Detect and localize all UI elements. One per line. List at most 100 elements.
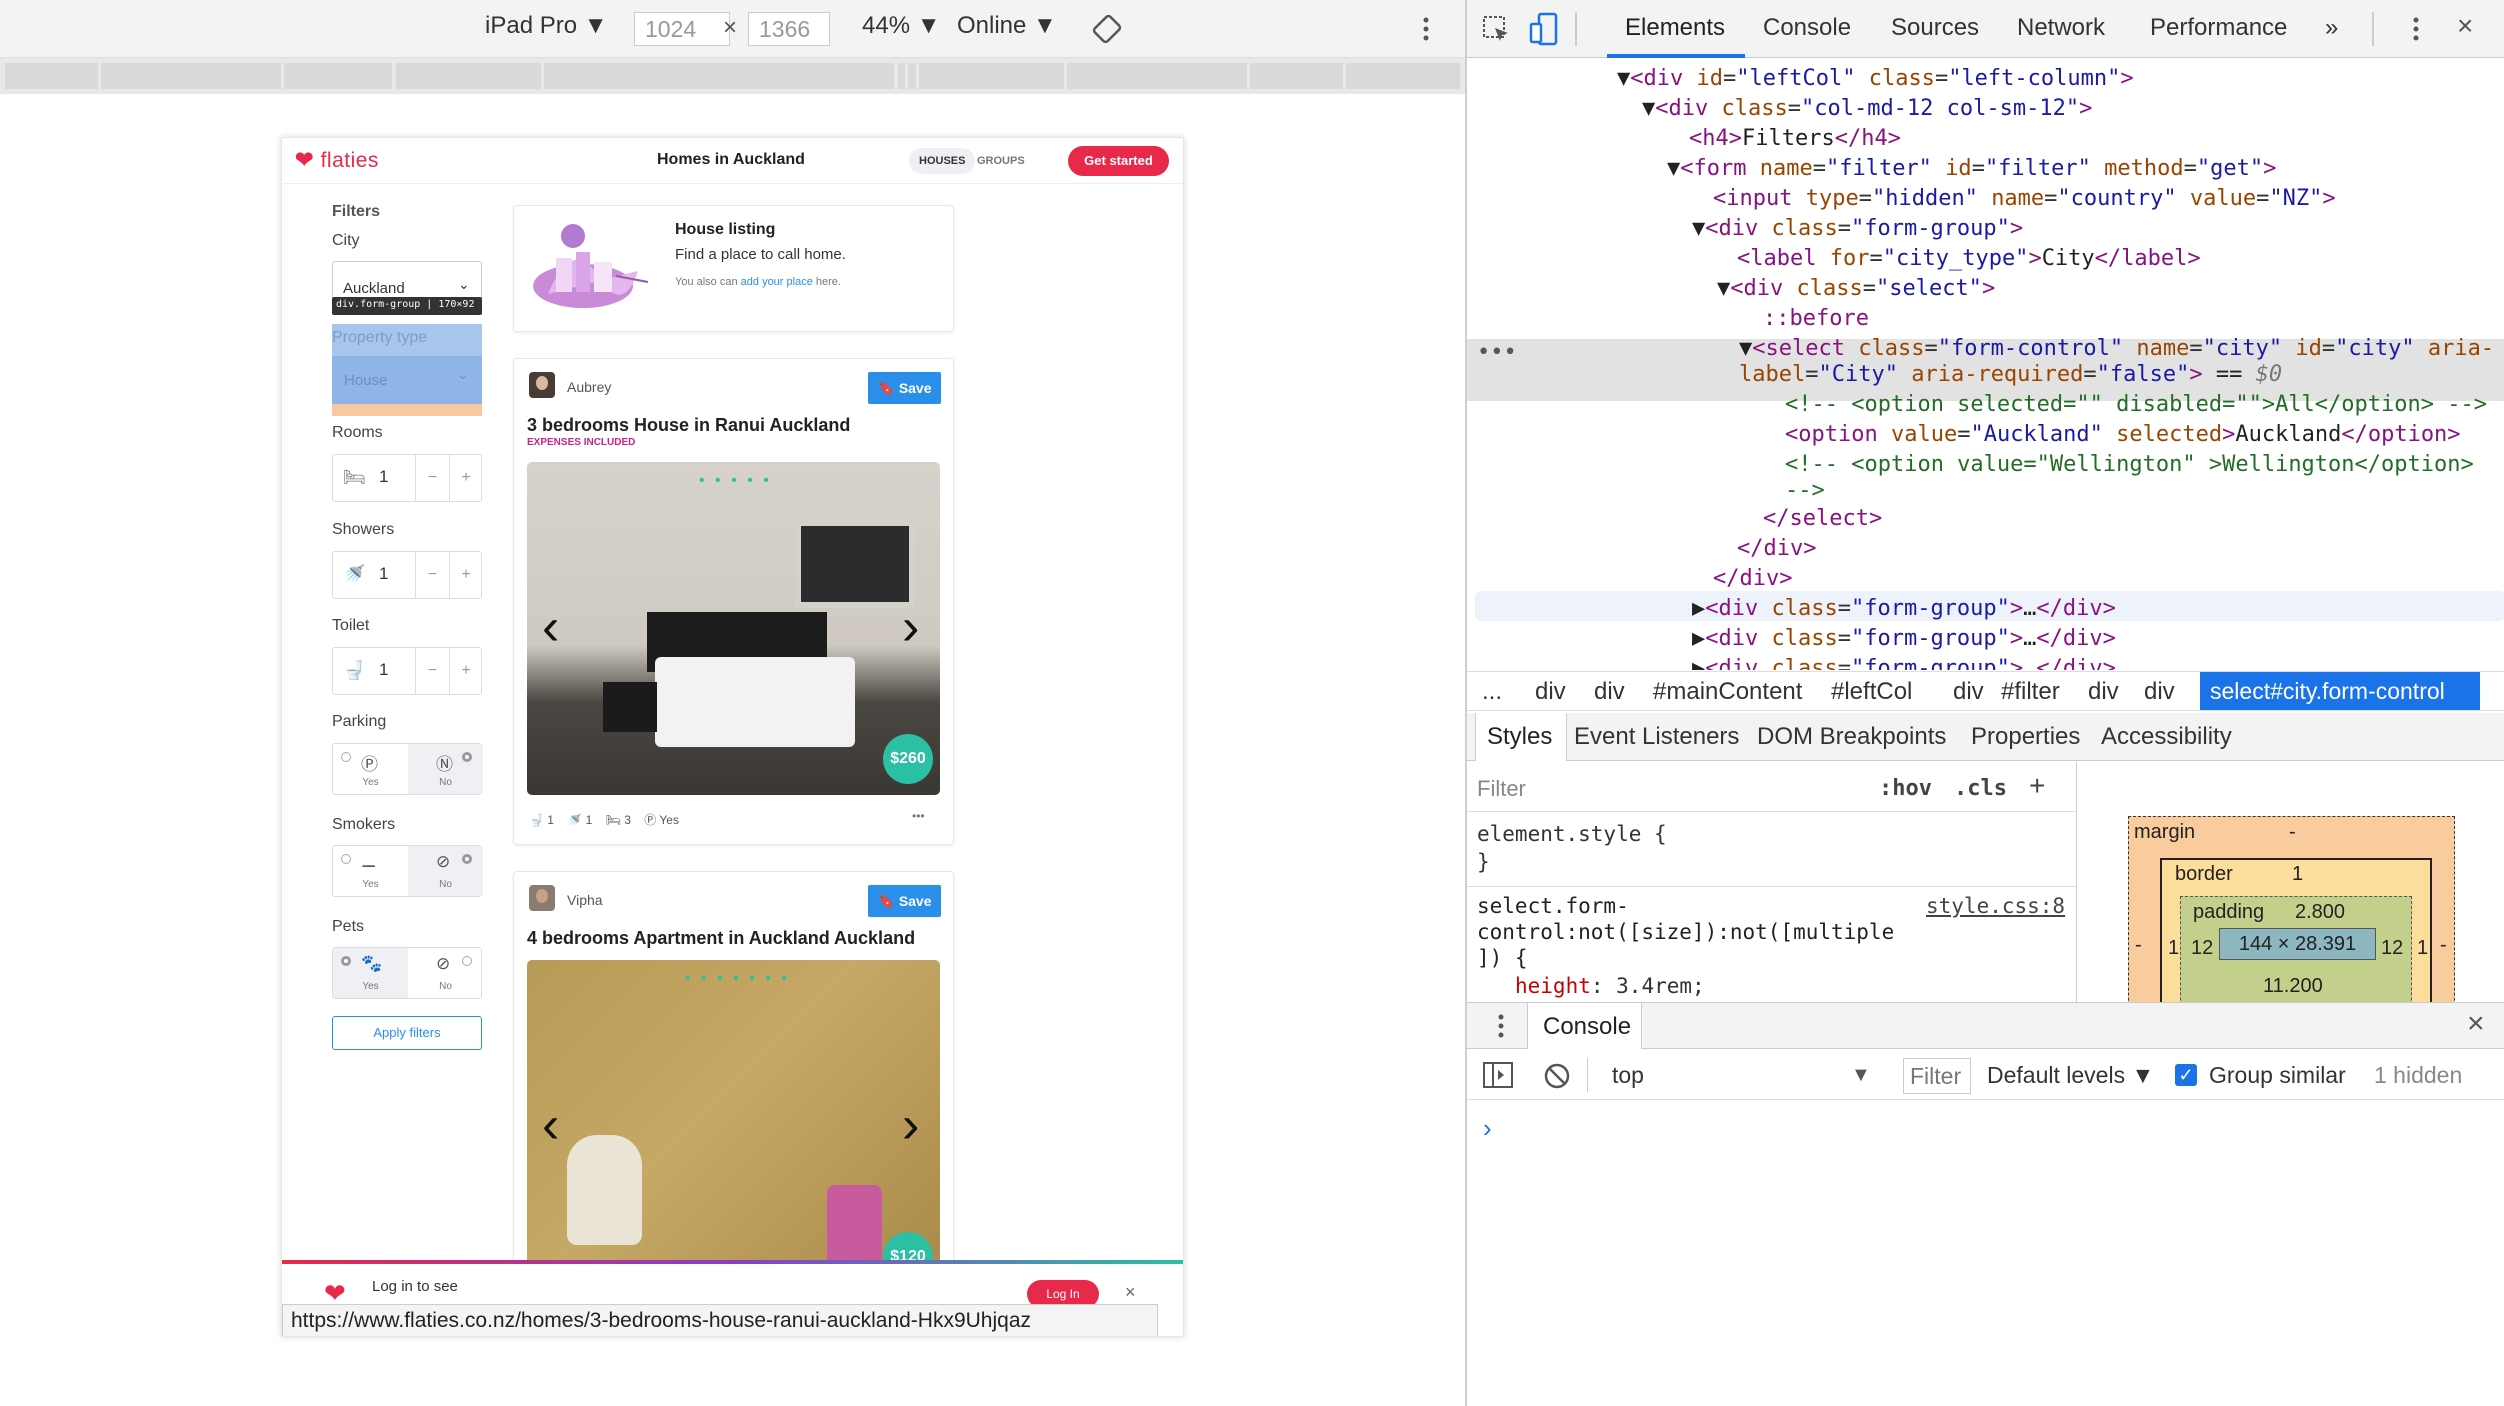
height-input[interactable]: 1366 xyxy=(748,12,830,46)
log-levels-select[interactable]: Default levels ▼ xyxy=(1987,1062,2154,1089)
houses-tab[interactable]: HOUSES xyxy=(909,148,976,174)
hov-toggle[interactable]: :hov xyxy=(1879,776,1932,801)
new-rule-icon[interactable]: + xyxy=(2029,770,2045,802)
house-card[interactable]: Aubrey 🔖 Save 3 bedrooms House in Ranui … xyxy=(513,358,954,845)
toilet-decrement[interactable]: − xyxy=(415,648,449,694)
dom-node[interactable]: <input type="hidden" name="country" valu… xyxy=(1713,186,2336,211)
dom-comment-end[interactable]: --> xyxy=(1785,478,1825,503)
dom-node[interactable]: </div> xyxy=(1737,536,1816,561)
breadcrumb-item[interactable]: #mainContent xyxy=(1653,678,1802,706)
parking-no-radio[interactable]: Ⓝ No xyxy=(408,744,483,794)
carousel-next-arrow[interactable]: › xyxy=(902,597,919,657)
rule-selector[interactable]: select.form- xyxy=(1477,894,1629,918)
width-input[interactable]: 1024 xyxy=(634,12,730,46)
breadcrumb-item[interactable]: div xyxy=(1594,678,1625,706)
property-type-select[interactable]: House ⌄ xyxy=(332,356,482,404)
dom-node[interactable]: <label for="city_type">City</label> xyxy=(1737,246,2201,271)
tab-styles[interactable]: Styles xyxy=(1487,723,1552,751)
breadcrumb-item[interactable]: #leftCol xyxy=(1831,678,1912,706)
close-devtools-icon[interactable]: × xyxy=(2457,10,2473,42)
tab-performance[interactable]: Performance xyxy=(2150,14,2287,42)
breadcrumb-item[interactable]: div xyxy=(1535,678,1566,706)
styles-filter-input[interactable]: Filter xyxy=(1477,776,1526,802)
dom-node[interactable]: ▼<div class="select"> xyxy=(1717,276,1995,301)
sidebar-toggle-icon[interactable] xyxy=(1483,1062,1513,1088)
network-select[interactable]: Online ▼ xyxy=(957,12,1057,40)
smokers-yes-radio[interactable]: ⚊ Yes xyxy=(333,846,408,896)
tab-elements[interactable]: Elements xyxy=(1625,14,1725,42)
get-started-button[interactable]: Get started xyxy=(1068,146,1169,176)
save-button[interactable]: 🔖 Save xyxy=(868,372,941,404)
dom-node-selected-cont[interactable]: label="City" aria-required="false"> == $… xyxy=(1739,362,2282,387)
rule-selector[interactable]: control:not([size]):not([multiple xyxy=(1477,920,1894,944)
groups-tab[interactable]: GROUPS xyxy=(967,148,1035,174)
carousel-prev-arrow[interactable]: ‹ xyxy=(542,597,559,657)
card-title[interactable]: 3 bedrooms House in Ranui Auckland xyxy=(527,415,850,436)
house-photo[interactable]: • • • • • • • ‹ › $120 xyxy=(527,960,940,1280)
tab-event-listeners[interactable]: Event Listeners xyxy=(1574,723,1739,751)
house-photo[interactable]: • • • • • ‹ › $260 xyxy=(527,462,940,795)
rooms-decrement[interactable]: − xyxy=(415,455,449,501)
breadcrumb-item-active[interactable]: select#city.form-control xyxy=(2200,672,2480,710)
carousel-next-arrow[interactable]: › xyxy=(902,1095,919,1155)
card-title[interactable]: 4 bedrooms Apartment in Auckland Aucklan… xyxy=(527,928,915,949)
tab-dom-breakpoints[interactable]: DOM Breakpoints xyxy=(1757,723,1946,751)
rooms-increment[interactable]: + xyxy=(449,455,482,501)
flaties-logo[interactable]: ❤ flaties xyxy=(295,147,379,173)
tab-accessibility[interactable]: Accessibility xyxy=(2101,723,2232,751)
breadcrumb-item[interactable]: ... xyxy=(1482,678,1502,706)
dom-node[interactable]: ▶<div class="form-group">…</div> xyxy=(1692,596,2116,621)
devtools-menu-icon[interactable] xyxy=(2412,14,2420,49)
context-select[interactable]: top xyxy=(1612,1062,1644,1089)
toilet-stepper[interactable]: 🚽 1 − + xyxy=(332,647,482,695)
device-mode-icon[interactable] xyxy=(1529,12,1559,46)
console-filter-input[interactable]: Filter xyxy=(1903,1058,1971,1094)
apply-filters-button[interactable]: Apply filters xyxy=(332,1016,482,1050)
showers-stepper[interactable]: 🚿 1 − + xyxy=(332,551,482,599)
cls-toggle[interactable]: .cls xyxy=(1954,776,2007,801)
tab-network[interactable]: Network xyxy=(2017,14,2105,42)
element-style-rule[interactable]: element.style { xyxy=(1477,822,1667,846)
dom-comment[interactable]: <!-- <option selected="" disabled="">All… xyxy=(1785,392,2487,417)
media-query-bar[interactable] xyxy=(0,58,1465,94)
node-actions-icon[interactable]: ••• xyxy=(1477,340,1517,365)
console-prompt[interactable]: › xyxy=(1483,1113,1492,1144)
dom-node[interactable]: ▼<form name="filter" id="filter" method=… xyxy=(1667,156,2276,181)
breadcrumb-item[interactable]: div xyxy=(2088,678,2119,706)
carousel-dots[interactable]: • • • • • xyxy=(699,472,772,490)
close-drawer-icon[interactable]: × xyxy=(2467,1007,2485,1041)
save-button[interactable]: 🔖 Save xyxy=(868,885,941,917)
breadcrumb-item[interactable]: #filter xyxy=(2001,678,2060,706)
rooms-stepper[interactable]: 🛏 1 − + xyxy=(332,454,482,502)
dom-comment[interactable]: <!-- <option value="Wellington" >Welling… xyxy=(1785,452,2474,477)
dom-node[interactable]: ▶<div class="form-group">…</div> xyxy=(1692,626,2116,651)
toilet-increment[interactable]: + xyxy=(449,648,482,694)
more-options-icon[interactable]: ••• xyxy=(912,809,925,823)
smokers-no-radio[interactable]: ⊘ No xyxy=(408,846,483,896)
device-select[interactable]: iPad Pro ▼ xyxy=(485,12,608,40)
group-similar-checkbox[interactable]: ✓ xyxy=(2175,1064,2197,1086)
drawer-menu-icon[interactable] xyxy=(1497,1011,1505,1046)
rule-source-link[interactable]: style.css:8 xyxy=(1926,894,2065,918)
clear-console-icon[interactable] xyxy=(1543,1062,1571,1090)
tab-console[interactable]: Console xyxy=(1763,14,1851,42)
carousel-prev-arrow[interactable]: ‹ xyxy=(542,1095,559,1155)
add-your-place-link[interactable]: add your place xyxy=(741,276,813,288)
pets-yes-radio[interactable]: 🐾 Yes xyxy=(333,948,408,998)
rule-declaration[interactable]: height: 3.4rem; xyxy=(1515,974,1705,998)
showers-increment[interactable]: + xyxy=(449,552,482,598)
breadcrumb-item[interactable]: div xyxy=(1953,678,1984,706)
dom-node-selected[interactable]: ▼<select class="form-control" name="city… xyxy=(1739,336,2494,361)
tab-sources[interactable]: Sources xyxy=(1891,14,1979,42)
content-box[interactable]: 144 × 28.391 xyxy=(2219,928,2376,960)
dom-node[interactable]: ▼<div class="form-group"> xyxy=(1692,216,2023,241)
pets-no-radio[interactable]: ⊘ No xyxy=(408,948,483,998)
rule-selector[interactable]: ]) { xyxy=(1477,946,1528,970)
dom-node[interactable]: <option value="Auckland" selected>Auckla… xyxy=(1785,422,2461,447)
showers-decrement[interactable]: − xyxy=(415,552,449,598)
drawer-tab-console[interactable]: Console xyxy=(1543,1013,1631,1041)
dom-node[interactable]: </div> xyxy=(1713,566,1792,591)
dom-node[interactable]: ▼<div id="leftCol" class="left-column"> xyxy=(1617,66,2134,91)
inspect-element-icon[interactable] xyxy=(1481,14,1511,44)
zoom-select[interactable]: 44% ▼ xyxy=(862,12,940,40)
